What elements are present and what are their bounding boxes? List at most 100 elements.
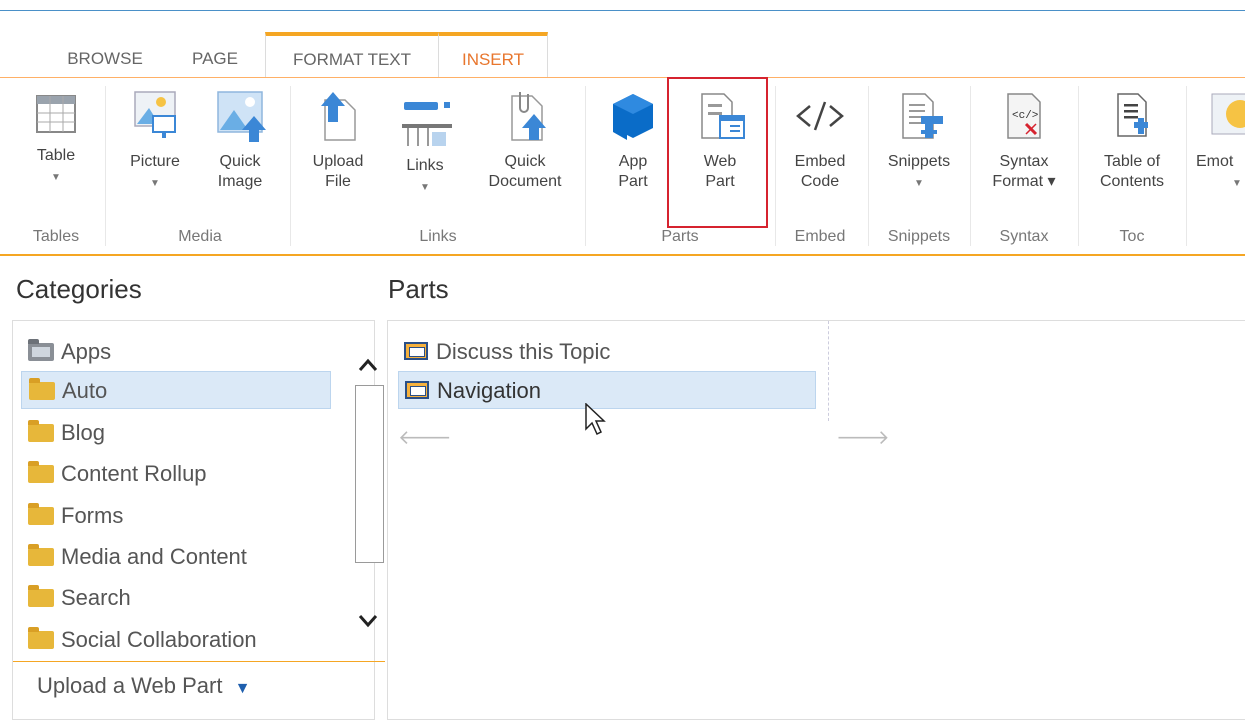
part-item-navigation[interactable]: Navigation: [398, 371, 816, 409]
table-of-contents-icon: [1117, 93, 1148, 137]
table-label: Table: [36, 147, 76, 164]
picture-button[interactable]: Picture ▼: [115, 88, 195, 194]
folder-icon: [28, 544, 54, 566]
upload-file-icon: [321, 92, 356, 141]
group-separator: [868, 86, 869, 246]
apps-icon: [28, 339, 54, 361]
group-label-media: Media: [178, 228, 222, 245]
snippets-label: Snippets: [887, 153, 951, 170]
embed-code-button[interactable]: Embed Code: [780, 88, 860, 192]
group-label-toc: Toc: [1119, 228, 1145, 245]
group-separator: [970, 86, 971, 246]
emoticons-button[interactable]: Emot ▼: [1196, 88, 1245, 194]
category-item-media-and-content[interactable]: Media and Content: [21, 538, 331, 576]
quick-image-icon: [217, 91, 266, 142]
next-arrow-icon[interactable]: 🡒: [836, 425, 890, 450]
category-item-auto[interactable]: Auto: [21, 371, 331, 409]
quick-document-icon: [511, 92, 546, 141]
upload-file-button[interactable]: Upload File: [298, 88, 378, 192]
category-item-forms[interactable]: Forms: [21, 497, 331, 535]
group-label-snippets: Snippets: [887, 228, 951, 245]
category-item-social-collaboration[interactable]: Social Collaboration: [21, 621, 331, 659]
chevron-down-icon: ▼: [1232, 178, 1242, 189]
folder-icon: [28, 585, 54, 607]
web-part-icon: [404, 342, 428, 360]
category-item-blog[interactable]: Blog: [21, 414, 331, 452]
links-label: Links: [406, 157, 444, 174]
app-part-label: App Part: [618, 153, 648, 190]
category-label: Media and Content: [61, 544, 247, 569]
group-label-tables: Tables: [32, 228, 80, 245]
folder-icon: [28, 420, 54, 442]
tab-insert[interactable]: INSERT: [438, 32, 548, 83]
table-icon: [36, 95, 76, 133]
smiley-icon: [1211, 93, 1245, 135]
category-item-search[interactable]: Search: [21, 579, 331, 617]
group-separator: [105, 86, 106, 246]
categories-scrollbar[interactable]: [353, 329, 384, 639]
chevron-down-icon[interactable]: [357, 613, 379, 629]
quick-image-button[interactable]: Quick Image: [200, 88, 280, 192]
part-label: Navigation: [437, 378, 541, 403]
links-button[interactable]: Links ▼: [385, 88, 465, 198]
part-label: Discuss this Topic: [436, 339, 611, 364]
folder-icon: [28, 461, 54, 483]
syntax-format-label: Syntax Format ▾: [992, 153, 1056, 190]
folder-icon: [28, 627, 54, 649]
code-icon: [796, 101, 844, 131]
svg-text:<c/>: <c/>: [1012, 110, 1038, 122]
previous-arrow-icon[interactable]: 🡐: [398, 425, 452, 450]
ribbon-bottom-border: [0, 254, 1245, 256]
tab-format-text[interactable]: FORMAT TEXT: [265, 32, 439, 83]
tab-browse[interactable]: BROWSE: [50, 41, 160, 76]
chevron-down-icon: ▼: [914, 178, 924, 189]
quick-document-button[interactable]: Quick Document: [475, 88, 575, 192]
embed-code-label: Embed Code: [794, 153, 846, 190]
part-item-discuss-this-topic[interactable]: Discuss this Topic: [398, 333, 816, 371]
group-separator: [585, 86, 586, 246]
folder-icon: [28, 503, 54, 525]
chevron-down-icon: ▼: [150, 178, 160, 189]
category-label: Social Collaboration: [61, 627, 257, 652]
table-of-contents-label: Table of Contents: [1099, 153, 1165, 190]
ribbon-tabs: BROWSE PAGE FORMAT TEXT INSERT: [0, 11, 1245, 83]
chevron-down-icon: ▼: [420, 182, 430, 193]
web-part-icon: [405, 381, 429, 399]
syntax-format-button[interactable]: <c/> Syntax Format ▾: [978, 88, 1070, 192]
group-label-syntax: Syntax: [999, 228, 1049, 245]
group-separator: [775, 86, 776, 246]
column-divider: [828, 321, 829, 421]
category-label: Search: [61, 585, 131, 610]
tab-page[interactable]: PAGE: [175, 41, 255, 76]
folder-icon: [29, 378, 55, 400]
category-label: Auto: [62, 378, 108, 403]
chevron-up-icon[interactable]: [357, 357, 379, 373]
group-label-embed: Embed: [794, 228, 846, 245]
syntax-icon: <c/>: [1007, 93, 1041, 139]
web-part-highlight-box: [667, 77, 768, 228]
chevron-down-icon: ▼: [51, 172, 61, 183]
group-separator: [1186, 86, 1187, 246]
category-label: Forms: [61, 503, 124, 528]
upload-web-part-link[interactable]: Upload a Web Part ▼: [37, 673, 250, 699]
app-part-button[interactable]: App Part: [595, 88, 671, 192]
scrollbar-thumb[interactable]: [355, 385, 384, 563]
caret-down-icon: ▼: [234, 680, 251, 697]
links-icon: [402, 102, 452, 146]
emoticons-label: Emot: [1196, 153, 1234, 170]
category-label: Apps: [61, 339, 112, 364]
group-separator: [1078, 86, 1079, 246]
group-label-parts: Parts: [661, 228, 699, 245]
upload-file-label: Upload File: [312, 153, 364, 190]
category-item-content-rollup[interactable]: Content Rollup: [21, 455, 331, 493]
table-button[interactable]: Table ▼: [18, 88, 94, 188]
quick-document-label: Quick Document: [488, 153, 562, 190]
quick-image-label: Quick Image: [217, 153, 263, 190]
picture-label: Picture: [130, 153, 180, 170]
upload-divider: [13, 661, 385, 662]
table-of-contents-button[interactable]: Table of Contents: [1082, 88, 1182, 192]
category-item-apps[interactable]: Apps: [21, 333, 331, 371]
group-label-links: Links: [419, 228, 457, 245]
snippets-button[interactable]: Snippets ▼: [874, 88, 964, 194]
categories-panel: Apps Auto Blog Content Rollup Forms Medi…: [12, 320, 385, 720]
